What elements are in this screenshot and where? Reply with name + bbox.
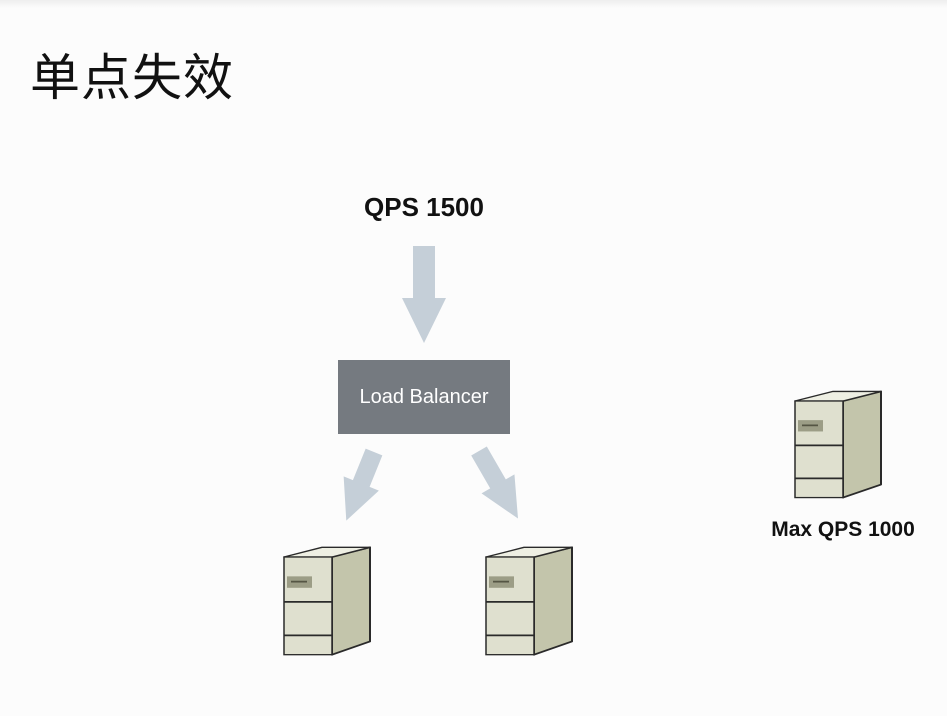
server-icon xyxy=(283,546,371,656)
diagram-canvas xyxy=(283,246,882,656)
down-left-arrow-icon xyxy=(343,448,383,521)
server-icon xyxy=(794,390,882,499)
down-right-arrow-icon xyxy=(471,446,518,519)
load-balancer-box: Load Balancer xyxy=(338,360,510,434)
spare-server-label: Max QPS 1000 xyxy=(771,518,915,541)
server-icon xyxy=(485,546,573,656)
down-arrow-icon xyxy=(402,246,446,343)
